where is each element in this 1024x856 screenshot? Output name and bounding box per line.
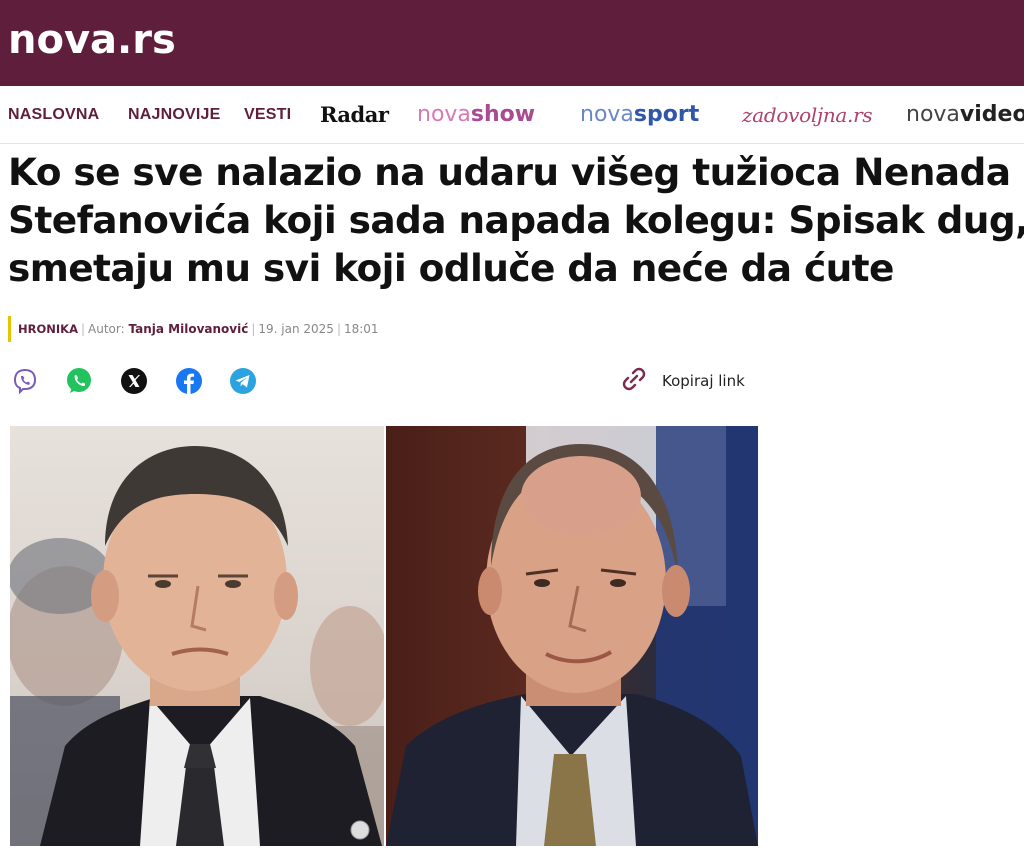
author-prefix: Autor:: [88, 322, 125, 336]
category-link[interactable]: HRONIKA: [18, 322, 78, 336]
nav-item-radar[interactable]: Radar: [320, 86, 389, 143]
nav-item-novasport[interactable]: novasport: [580, 86, 700, 143]
article-photo-left: [10, 426, 384, 846]
novasport-part-b: sport: [633, 102, 700, 127]
article-date: 19. jan 2025: [258, 322, 334, 336]
site-header: nova.rs: [0, 0, 1024, 86]
novashow-part-b: show: [470, 102, 536, 127]
headline-line: smetaju mu svi koji odluče da neće da ću…: [8, 246, 894, 290]
site-logo[interactable]: nova.rs: [8, 16, 176, 64]
nav-item-novavideo[interactable]: novavideo: [906, 86, 1024, 143]
copy-link-label: Kopiraj link: [662, 372, 745, 390]
copy-link-button[interactable]: Kopiraj link: [620, 366, 745, 396]
viber-icon[interactable]: [10, 366, 40, 396]
x-icon[interactable]: [119, 366, 149, 396]
facebook-icon[interactable]: [174, 366, 204, 396]
main-nav: NASLOVNA NAJNOVIJE VESTI Radar novashow …: [0, 86, 1024, 144]
novavideo-part-b: video: [959, 102, 1024, 127]
meta-divider: |: [251, 322, 256, 336]
nav-item-najnovije[interactable]: NAJNOVIJE: [128, 86, 221, 143]
article-headline: Ko se sve nalazio na udaru višeg tužioca…: [8, 148, 1024, 292]
novavideo-part-a: nova: [906, 102, 960, 127]
link-icon: [620, 365, 648, 397]
article-photo-right: [386, 426, 758, 846]
meta-divider: |: [80, 322, 86, 336]
nav-item-zadovoljna[interactable]: zadovoljna.rs: [742, 86, 873, 143]
meta-divider: |: [336, 322, 341, 336]
author-link[interactable]: Tanja Milovanović: [129, 322, 249, 336]
novashow-part-a: nova: [417, 102, 471, 127]
whatsapp-icon[interactable]: [64, 366, 94, 396]
headline-line: Ko se sve nalazio na udaru višeg tužioca…: [8, 150, 1011, 194]
headline-line: Stefanovića koji sada napada kolegu: Spi…: [8, 198, 1024, 242]
article-meta: HRONIKA | Autor: Tanja Milovanović | 19. jan…: [8, 316, 379, 342]
novasport-part-a: nova: [580, 102, 634, 127]
nav-item-vesti[interactable]: VESTI: [244, 86, 291, 143]
nav-item-novashow[interactable]: novashow: [417, 86, 536, 143]
nav-item-naslovna[interactable]: NASLOVNA: [8, 86, 99, 143]
article-time: 18:01: [343, 322, 379, 336]
telegram-icon[interactable]: [228, 366, 258, 396]
